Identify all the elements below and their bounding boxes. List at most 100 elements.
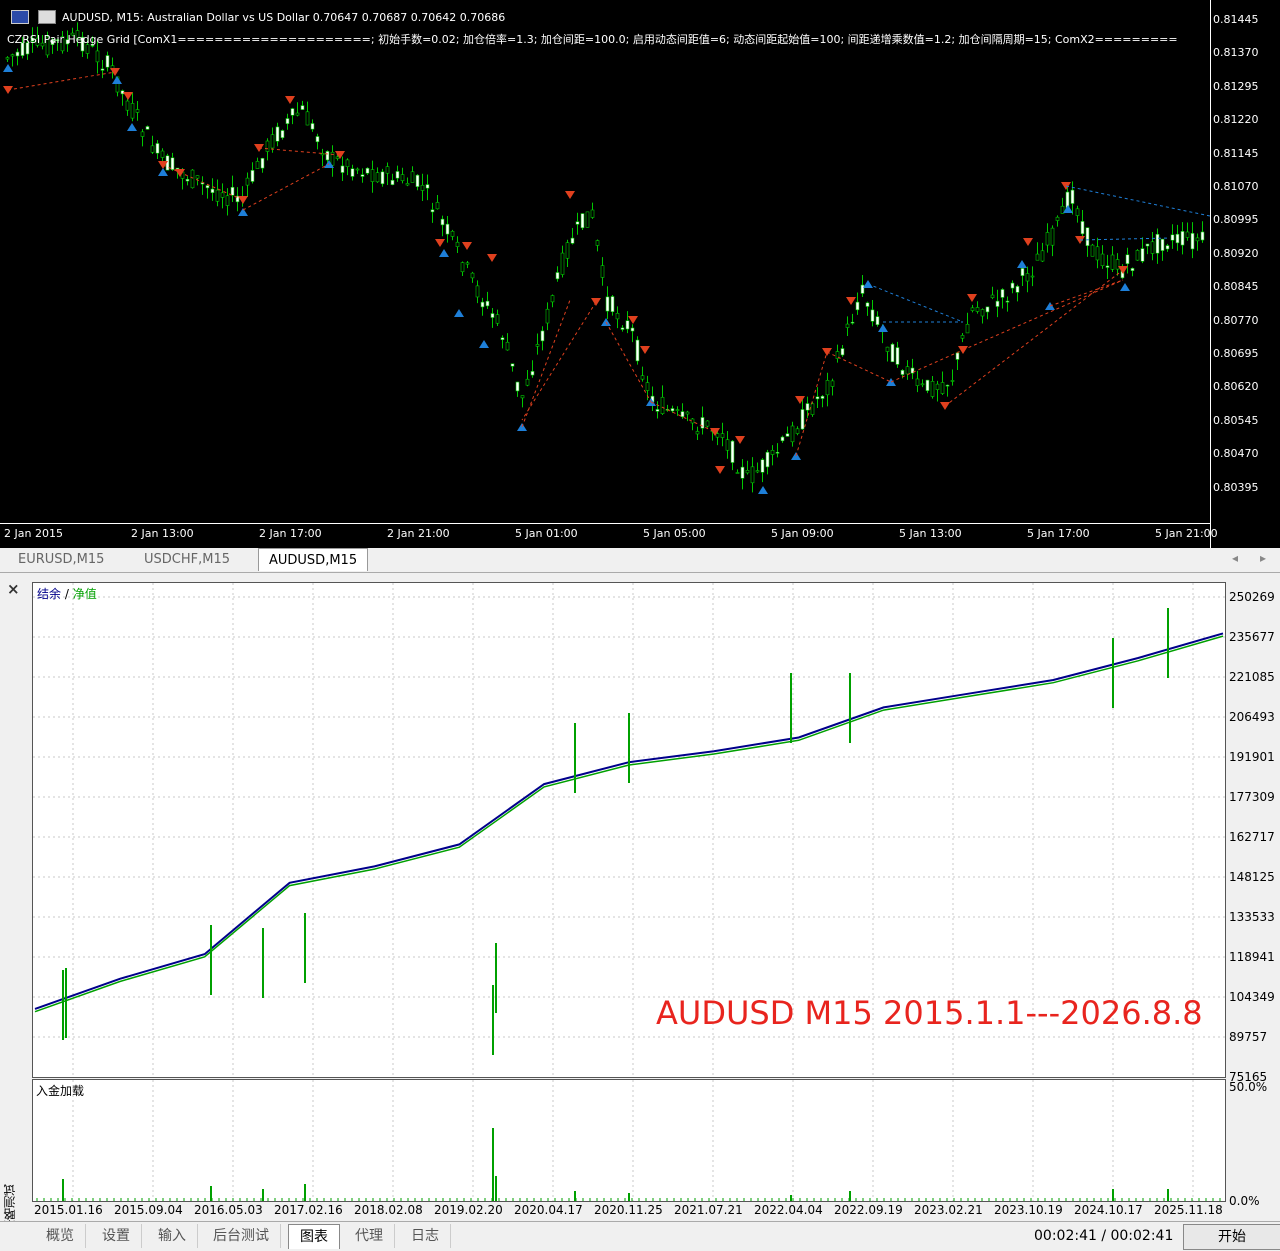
- candle-body: [365, 167, 370, 174]
- tab-overview[interactable]: 概览: [35, 1224, 86, 1248]
- tab-usdchf[interactable]: USDCHF,M15: [134, 548, 240, 571]
- candle-body: [1150, 241, 1155, 254]
- candle-body: [515, 381, 520, 392]
- candle-body: [615, 313, 620, 320]
- candle-body: [765, 451, 770, 468]
- candle-body: [585, 211, 590, 228]
- sell-arrow-icon: [735, 436, 745, 444]
- candle-body: [270, 134, 275, 149]
- candle-body: [685, 411, 690, 415]
- candle-body: [905, 366, 910, 375]
- sell-arrow-icon: [487, 254, 497, 262]
- candle-body: [770, 450, 775, 455]
- tab-settings[interactable]: 设置: [91, 1224, 142, 1248]
- candle-body: [925, 379, 930, 391]
- candle-body: [265, 140, 270, 152]
- tab-chart[interactable]: 图表: [288, 1224, 340, 1249]
- time-tick-label: 2 Jan 13:00: [131, 527, 194, 540]
- start-button[interactable]: 开始: [1183, 1224, 1280, 1250]
- price-tick-label: 0.81295: [1213, 79, 1259, 93]
- tab-agents[interactable]: 代理: [344, 1224, 395, 1248]
- candle-body: [255, 161, 260, 169]
- time-tick-label: 5 Jan 01:00: [515, 527, 578, 540]
- candle-body: [980, 309, 985, 317]
- candle-body: [1050, 227, 1055, 246]
- candle-body: [1015, 286, 1020, 293]
- trade-link-line: [944, 269, 1124, 407]
- candle-body: [410, 171, 415, 183]
- candle-body: [485, 300, 490, 307]
- candle-body: [975, 307, 980, 312]
- candle-body: [1005, 300, 1010, 303]
- time-tick-label: 2 Jan 17:00: [259, 527, 322, 540]
- candle-body: [850, 321, 855, 324]
- tab-backtest[interactable]: 后台测试: [202, 1224, 281, 1248]
- candle-body: [370, 169, 375, 182]
- tab-scroll-right-icon[interactable]: ▸: [1260, 551, 1266, 565]
- chart-type-icon[interactable]: [38, 10, 56, 24]
- tab-inputs[interactable]: 输入: [147, 1224, 198, 1248]
- candle-body: [1035, 253, 1040, 261]
- candle-body: [1055, 216, 1060, 221]
- candle-body: [1075, 208, 1080, 216]
- date-tick-label: 2022.09.19: [834, 1203, 903, 1217]
- candle-body: [920, 383, 925, 386]
- candle-body: [1030, 275, 1035, 278]
- candle-body: [170, 157, 175, 170]
- price-tick-label: 0.80845: [1213, 280, 1259, 294]
- trade-link-line: [7, 71, 116, 91]
- candle-body: [545, 308, 550, 324]
- candle-body: [1185, 231, 1190, 238]
- time-tick-label: 5 Jan 09:00: [771, 527, 834, 540]
- equity-line: [34, 635, 1224, 1013]
- candle-body: [420, 184, 425, 191]
- close-icon[interactable]: ×: [7, 580, 20, 598]
- price-tick-label: 0.81445: [1213, 13, 1259, 26]
- candle-body: [605, 296, 610, 312]
- price-chart[interactable]: AUDUSD, M15: Australian Dollar vs US Dol…: [0, 0, 1280, 548]
- candle-body: [635, 339, 640, 362]
- candle-body: [1110, 254, 1115, 270]
- candle-body: [950, 380, 955, 382]
- candle-body: [480, 301, 485, 308]
- equity-tick-label: 104349: [1229, 990, 1275, 1004]
- candle-body: [890, 343, 895, 363]
- candle-body: [1095, 246, 1100, 261]
- tab-audusd[interactable]: AUDUSD,M15: [258, 548, 369, 571]
- price-tick-label: 0.81145: [1213, 146, 1259, 160]
- date-tick-label: 2015.01.16: [34, 1203, 103, 1217]
- buy-arrow-icon: [1120, 283, 1130, 291]
- candle-body: [260, 158, 265, 169]
- candle-body: [1000, 289, 1005, 298]
- candle-body: [815, 396, 820, 400]
- candle-body: [415, 174, 420, 187]
- tab-scroll-left-icon[interactable]: ◂: [1232, 551, 1238, 565]
- symbol-tabs: EURUSD,M15 USDCHF,M15 AUDUSD,M15 ◂ ▸: [0, 548, 1280, 573]
- legend-separator: /: [61, 587, 73, 601]
- tab-eurusd[interactable]: EURUSD,M15: [8, 548, 114, 571]
- candle-body: [885, 346, 890, 352]
- overlay-title: AUDUSD M15 2015.1.1---2026.8.8: [656, 994, 1203, 1032]
- buy-arrow-icon: [1017, 260, 1027, 268]
- candle-body: [655, 409, 660, 412]
- time-tick-label: 5 Jan 13:00: [899, 527, 962, 540]
- candle-body: [860, 284, 865, 294]
- chart-title: AUDUSD, M15: Australian Dollar vs US Dol…: [62, 11, 506, 24]
- candle-body: [435, 202, 440, 210]
- load-max-label: 50.0%: [1229, 1080, 1268, 1094]
- sell-arrow-icon: [285, 96, 295, 104]
- x-axis-line: [0, 523, 1210, 524]
- candle-body: [245, 177, 250, 186]
- load-min-label: 0.0%: [1229, 1194, 1260, 1208]
- candle-body: [970, 307, 975, 311]
- candle-body: [1045, 232, 1050, 246]
- price-tick-label: 0.81220: [1213, 113, 1259, 127]
- candle-body: [100, 68, 105, 71]
- candle-body: [295, 112, 300, 116]
- candle-body: [400, 174, 405, 182]
- balance-line: [34, 632, 1224, 1010]
- candle-body: [1125, 254, 1130, 265]
- tab-journal[interactable]: 日志: [400, 1224, 451, 1248]
- candle-body: [720, 433, 725, 438]
- candle-body: [935, 383, 940, 390]
